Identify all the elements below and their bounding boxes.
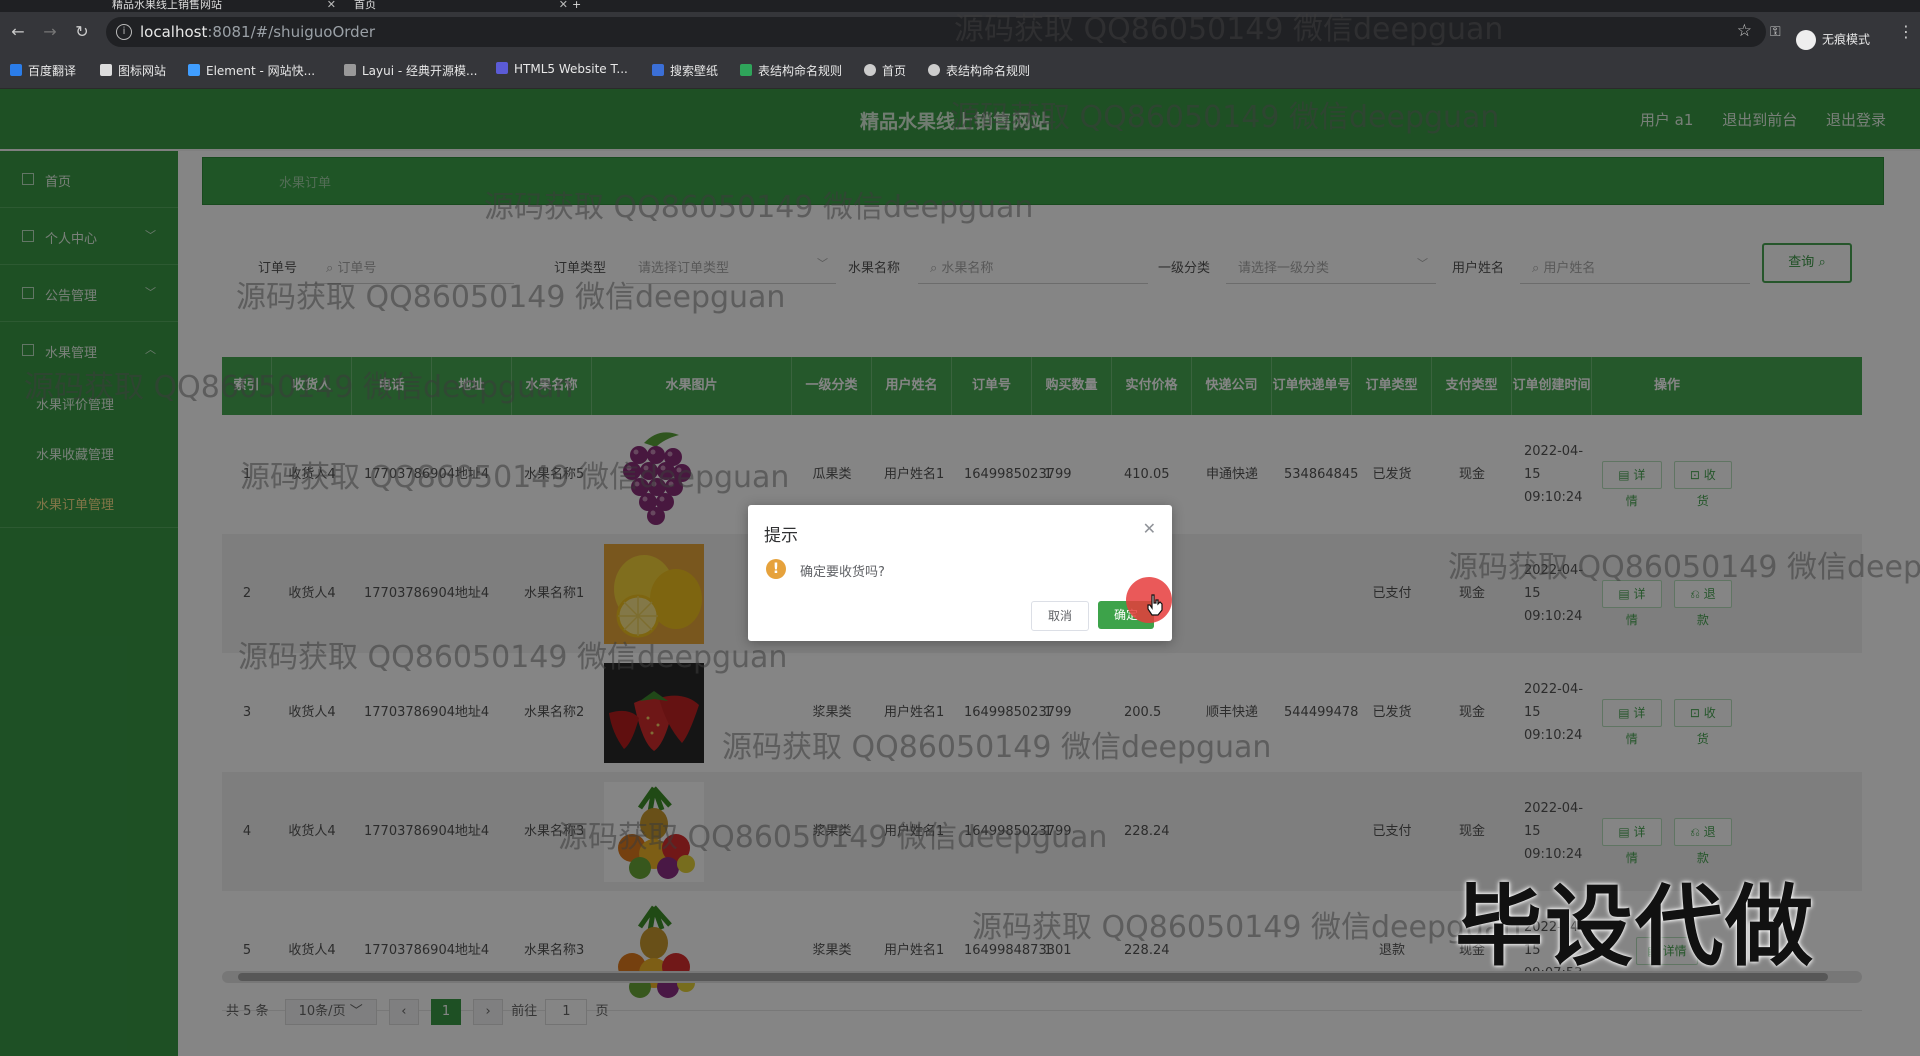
bookmark-item[interactable]: 百度翻译 <box>10 62 76 79</box>
tab-title: 精品水果线上销售网站 <box>112 0 222 11</box>
bookmark-item[interactable]: Element - 网站快... <box>188 62 315 79</box>
browser-tab[interactable]: 首页 ✕ <box>332 0 574 12</box>
flag-icon <box>100 64 112 76</box>
info-icon[interactable]: i <box>116 24 132 40</box>
url-field[interactable]: i localhost:8081/#/shuiguoOrder ☆ <box>106 17 1766 47</box>
close-icon[interactable]: ✕ <box>559 0 568 10</box>
watermark-text: 源码获取 QQ86050149 微信deepguan <box>238 640 788 675</box>
watermark-text: 源码获取 QQ86050149 微信deepguan <box>954 12 1504 47</box>
table-icon <box>740 64 752 76</box>
hand-cursor-icon <box>1147 594 1163 616</box>
forward-icon[interactable]: → <box>40 22 60 42</box>
bookmarks-bar: 百度翻译 图标网站 Element - 网站快... Layui - 经典开源模… <box>0 52 1920 89</box>
watermark-text: 源码获取 QQ86050149 微信deepguan <box>236 280 786 315</box>
browser-tab-active[interactable]: 精品水果线上销售网站 ✕ <box>90 0 342 12</box>
confirm-dialog: 提示 ✕ ! 确定要收货吗? 取消 确定 <box>748 505 1172 641</box>
html5-icon <box>496 62 508 74</box>
bookmark-item[interactable]: 表结构命名规则 <box>928 62 1030 79</box>
cancel-button[interactable]: 取消 <box>1031 601 1089 631</box>
incognito-icon <box>1796 30 1816 50</box>
warning-icon: ! <box>766 559 786 579</box>
wallpaper-icon <box>652 64 664 76</box>
watermark-text: 源码获取 QQ86050149 微信deepguan <box>1448 550 1920 585</box>
watermark-text: 源码获取 QQ86050149 微信deepguan <box>558 820 1108 855</box>
watermark-text: 源码获取 QQ86050149 微信deepguan <box>950 100 1500 135</box>
bookmark-item[interactable]: Layui - 经典开源模... <box>344 62 477 79</box>
translate-icon <box>10 64 22 76</box>
close-icon[interactable]: ✕ <box>1143 519 1156 538</box>
bookmark-item[interactable]: 首页 <box>864 62 906 79</box>
bookmark-star-icon[interactable]: ☆ <box>1737 21 1752 41</box>
tab-title: 首页 <box>354 0 376 11</box>
bookmark-item[interactable]: HTML5 Website T... <box>496 62 628 76</box>
watermark-text: 源码获取 QQ86050149 微信deepguan <box>722 730 1272 765</box>
watermark-text: 源码获取 QQ86050149 微信deepguan <box>240 460 790 495</box>
new-tab-icon[interactable]: + <box>572 0 592 12</box>
dialog-message: 确定要收货吗? <box>800 565 885 580</box>
element-icon <box>188 64 200 76</box>
watermark-text: 源码获取 QQ86050149 微信deepguan <box>24 370 574 405</box>
watermark-text: 源码获取 QQ86050149 微信deepguan <box>972 910 1522 945</box>
back-icon[interactable]: ← <box>8 22 28 42</box>
key-icon[interactable]: ⚿ <box>1770 24 1781 40</box>
incognito-indicator[interactable]: 无痕模式 <box>1796 30 1870 50</box>
url-text: localhost:8081/#/shuiguoOrder <box>140 23 376 41</box>
stamp-text: 毕设代做 <box>1455 875 1816 978</box>
globe-icon <box>928 64 940 76</box>
menu-kebab-icon[interactable]: ⋮ <box>1898 22 1914 41</box>
reload-icon[interactable]: ↻ <box>72 22 92 42</box>
bookmark-item[interactable]: 图标网站 <box>100 62 166 79</box>
globe-icon <box>864 64 876 76</box>
layui-icon <box>344 64 356 76</box>
bookmark-item[interactable]: 搜索壁纸 <box>652 62 718 79</box>
dialog-title: 提示 <box>764 526 798 546</box>
watermark-text: 源码获取 QQ86050149 微信deepguan <box>484 190 1034 225</box>
bookmark-item[interactable]: 表结构命名规则 <box>740 62 842 79</box>
